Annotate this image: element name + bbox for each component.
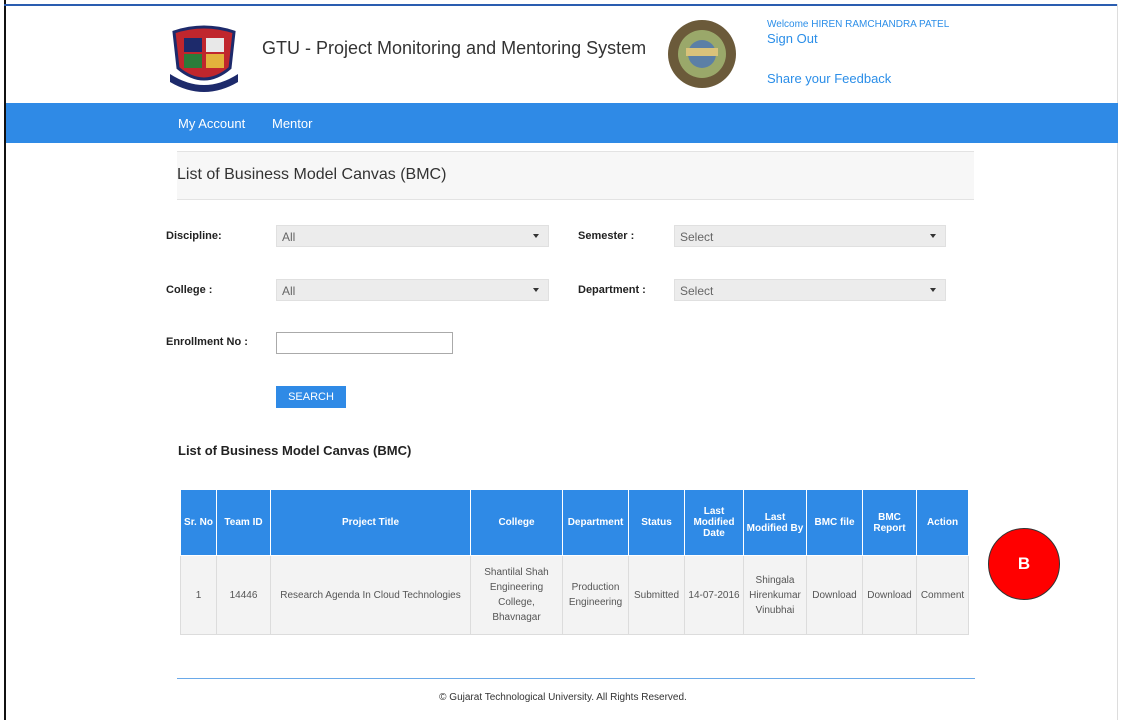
cell-last-modified-date: 14-07-2016 (684, 555, 744, 635)
column-header-project-title: Project Title (270, 489, 471, 556)
feedback-link[interactable]: Share your Feedback (767, 71, 891, 86)
chevron-down-icon (930, 234, 936, 238)
cell-college: Shantilal Shah Engineering College, Bhav… (470, 555, 563, 635)
discipline-label: Discipline: (166, 230, 222, 242)
nav-item-my-account[interactable]: My Account (178, 116, 245, 131)
cell-team-id-link[interactable]: 14446 (216, 555, 271, 635)
welcome-text: Welcome HIREN RAMCHANDRA PATEL (767, 19, 950, 30)
semester-select[interactable]: Select (674, 225, 946, 247)
bmc-file-download-link[interactable]: Download (806, 555, 863, 635)
bmc-report-download-link[interactable]: Download (862, 555, 917, 635)
search-button[interactable]: SEARCH (276, 386, 346, 408)
college-selected-value: All (282, 284, 296, 298)
cell-department: Production Engineering (562, 555, 629, 635)
college-label: College : (166, 284, 213, 296)
column-header-action: Action (916, 489, 969, 556)
semester-label: Semester : (578, 230, 635, 242)
cell-sr-no: 1 (180, 555, 217, 635)
college-select[interactable]: All (276, 279, 549, 301)
enrollment-label: Enrollment No : (166, 336, 248, 348)
list-heading: List of Business Model Canvas (BMC) (178, 443, 412, 458)
column-header-college: College (470, 489, 563, 556)
gtu-logo[interactable] (166, 24, 242, 92)
discipline-selected-value: All (282, 230, 296, 244)
page-header: GTU - Project Monitoring and Mentoring S… (0, 0, 1126, 103)
department-select[interactable]: Select (674, 279, 946, 301)
column-header-status: Status (628, 489, 685, 556)
chevron-down-icon (533, 288, 539, 292)
annotation-marker-b: B (988, 528, 1060, 600)
bmc-table: Sr. No Team ID Project Title College Dep… (180, 489, 969, 635)
column-header-last-modified-by: Last Modified By (743, 489, 807, 556)
comment-link[interactable]: Comment (916, 555, 969, 635)
innovation-badge-logo (668, 20, 736, 88)
footer-divider (177, 678, 975, 679)
discipline-select[interactable]: All (276, 225, 549, 247)
app-title: GTU - Project Monitoring and Mentoring S… (262, 38, 647, 58)
department-selected-value: Select (680, 284, 714, 298)
department-label: Department : (578, 284, 646, 296)
sign-out-link[interactable]: Sign Out (767, 31, 818, 46)
column-header-bmc-file: BMC file (806, 489, 863, 556)
nav-item-mentor[interactable]: Mentor (272, 116, 312, 131)
table-header-row: Sr. No Team ID Project Title College Dep… (180, 489, 969, 556)
chevron-down-icon (533, 234, 539, 238)
cell-status: Submitted (628, 555, 685, 635)
column-header-department: Department (562, 489, 629, 556)
semester-selected-value: Select (680, 230, 714, 244)
page-title: List of Business Model Canvas (BMC) (177, 166, 447, 183)
column-header-bmc-report: BMC Report (862, 489, 917, 556)
column-header-last-modified-date: Last Modified Date (684, 489, 744, 556)
cell-last-modified-by: Shingala Hirenkumar Vinubhai (743, 555, 807, 635)
enrollment-input[interactable] (276, 332, 453, 354)
table-row: 1 14446 Research Agenda In Cloud Technol… (180, 555, 969, 635)
main-navbar: My Account Mentor (6, 103, 1118, 143)
column-header-sr-no: Sr. No (180, 489, 217, 556)
page-heading-panel: List of Business Model Canvas (BMC) (177, 151, 974, 200)
column-header-team-id: Team ID (216, 489, 271, 556)
chevron-down-icon (930, 288, 936, 292)
footer-copyright: © Gujarat Technological University. All … (439, 692, 687, 703)
cell-project-title: Research Agenda In Cloud Technologies (270, 555, 471, 635)
